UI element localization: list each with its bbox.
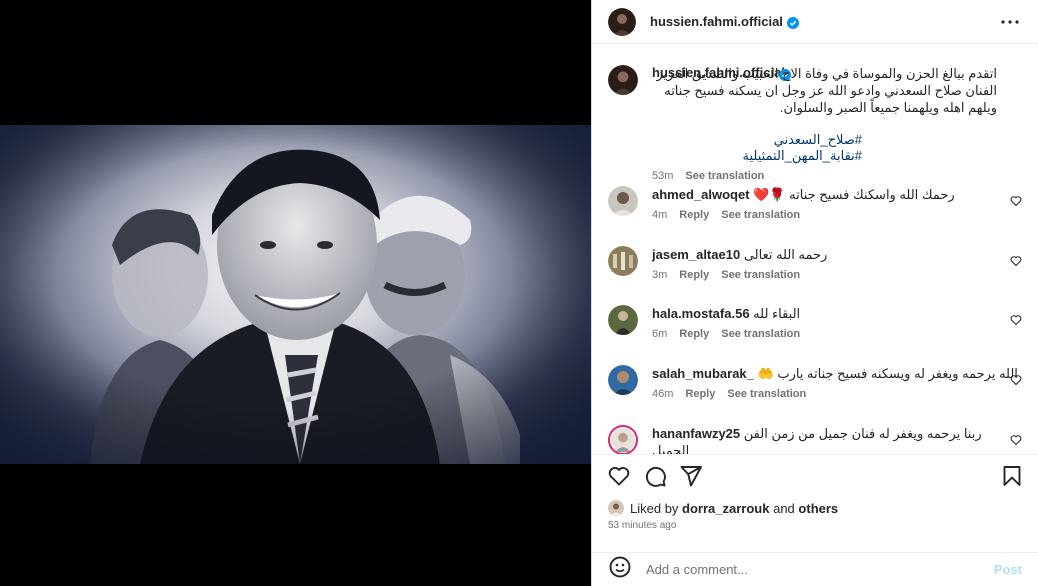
- comment-time: 6m: [652, 328, 668, 340]
- share-icon[interactable]: [679, 464, 703, 488]
- post-media[interactable]: [0, 0, 591, 586]
- comment-username[interactable]: hala.mostafa.56: [652, 306, 750, 321]
- comment-text: البقاء لله: [753, 306, 801, 321]
- comment-text: رحمه الله تعالى: [743, 247, 828, 262]
- caption-text: اتقدم ببالغ الحزن والموساة في وفاة الاخ …: [656, 66, 997, 115]
- like-comment-icon[interactable]: [1010, 194, 1022, 207]
- reply-button[interactable]: Reply: [679, 209, 709, 221]
- comment-icon[interactable]: [643, 464, 667, 488]
- comment-time: 4m: [652, 209, 668, 221]
- author-avatar[interactable]: [608, 7, 636, 36]
- comment-item: ahmed_alwoqet رحمك الله واسكنك فسيح جنات…: [608, 186, 1022, 221]
- comment-item: hananfawzy25 ربنا يرحمه ويغفر له فنان جم…: [608, 425, 1022, 454]
- photo-illustration: [0, 125, 591, 464]
- like-icon[interactable]: [607, 464, 631, 488]
- see-translation-link[interactable]: See translation: [727, 388, 806, 400]
- caption: hussien.fahmi.official اتقدم ببالغ الحزن…: [608, 65, 1022, 182]
- post-photo[interactable]: [0, 125, 591, 464]
- commenter-avatar[interactable]: [608, 246, 638, 276]
- commenter-avatar[interactable]: [608, 365, 638, 395]
- caption-hashtags[interactable]: #صلاح_السعدني #نقابة_المهن_التمثيلية: [652, 132, 862, 164]
- comment-text: الله يرحمه ويغفر له ويسكنه فسيح جناته يا…: [757, 366, 1018, 381]
- comment-username[interactable]: hananfawzy25: [652, 426, 740, 441]
- reply-button[interactable]: Reply: [679, 328, 709, 340]
- commenter-avatar[interactable]: [608, 305, 638, 335]
- see-translation-link[interactable]: See translation: [721, 209, 800, 221]
- comment-input[interactable]: [646, 562, 994, 577]
- post-sidebar: hussien.fahmi.official hussien.fahmi.off…: [591, 0, 1038, 586]
- comment-time: 46m: [652, 388, 674, 400]
- caption-time: 53m: [652, 170, 674, 182]
- comment-item: jasem_altae10 رحمه الله تعالى 3m Reply S…: [608, 246, 1022, 281]
- author-username[interactable]: hussien.fahmi.official: [650, 14, 783, 29]
- commenter-avatar-story-ring[interactable]: [608, 425, 638, 454]
- likes-others-link[interactable]: others: [798, 501, 838, 516]
- more-options-icon[interactable]: [998, 10, 1022, 34]
- reply-button[interactable]: Reply: [685, 388, 715, 400]
- like-comment-icon[interactable]: [1010, 254, 1022, 267]
- comment-text: رحمك الله واسكنك فسيح جناته 🌹❤️: [753, 187, 955, 202]
- post-header: hussien.fahmi.official: [592, 0, 1038, 44]
- comment-username[interactable]: salah_mubarak_: [652, 366, 754, 381]
- likes-and: and: [773, 500, 795, 516]
- comment-time: 3m: [652, 269, 668, 281]
- action-bar: [592, 454, 1038, 494]
- liker-avatar[interactable]: [608, 500, 624, 516]
- like-comment-icon[interactable]: [1010, 373, 1022, 386]
- likes-summary: Liked by dorra_zarrouk and others: [608, 500, 838, 516]
- add-comment-bar: Post: [592, 552, 1038, 586]
- see-translation-link[interactable]: See translation: [721, 328, 800, 340]
- liked-by-label: Liked by: [630, 500, 679, 516]
- author-avatar[interactable]: [608, 65, 638, 95]
- save-bookmark-icon[interactable]: [1000, 464, 1024, 488]
- like-comment-icon[interactable]: [1010, 313, 1022, 326]
- see-translation-link[interactable]: See translation: [721, 269, 800, 281]
- comment-username[interactable]: ahmed_alwoqet: [652, 187, 750, 202]
- verified-icon: [786, 16, 799, 29]
- comments-list[interactable]: hussien.fahmi.official اتقدم ببالغ الحزن…: [592, 45, 1038, 454]
- comment-username[interactable]: jasem_altae10: [652, 247, 740, 262]
- post-timestamp: 53 minutes ago: [608, 520, 677, 531]
- commenter-avatar[interactable]: [608, 186, 638, 216]
- see-translation-link[interactable]: See translation: [685, 170, 764, 182]
- comment-item: salah_mubarak_ الله يرحمه ويغفر له ويسكن…: [608, 365, 1022, 400]
- like-comment-icon[interactable]: [1010, 433, 1022, 446]
- reply-button[interactable]: Reply: [679, 269, 709, 281]
- post-button[interactable]: Post: [994, 562, 1022, 577]
- emoji-icon[interactable]: [608, 555, 632, 584]
- liker-username[interactable]: dorra_zarrouk: [682, 501, 769, 516]
- comment-item: hala.mostafa.56 البقاء لله 6m Reply See …: [608, 305, 1022, 340]
